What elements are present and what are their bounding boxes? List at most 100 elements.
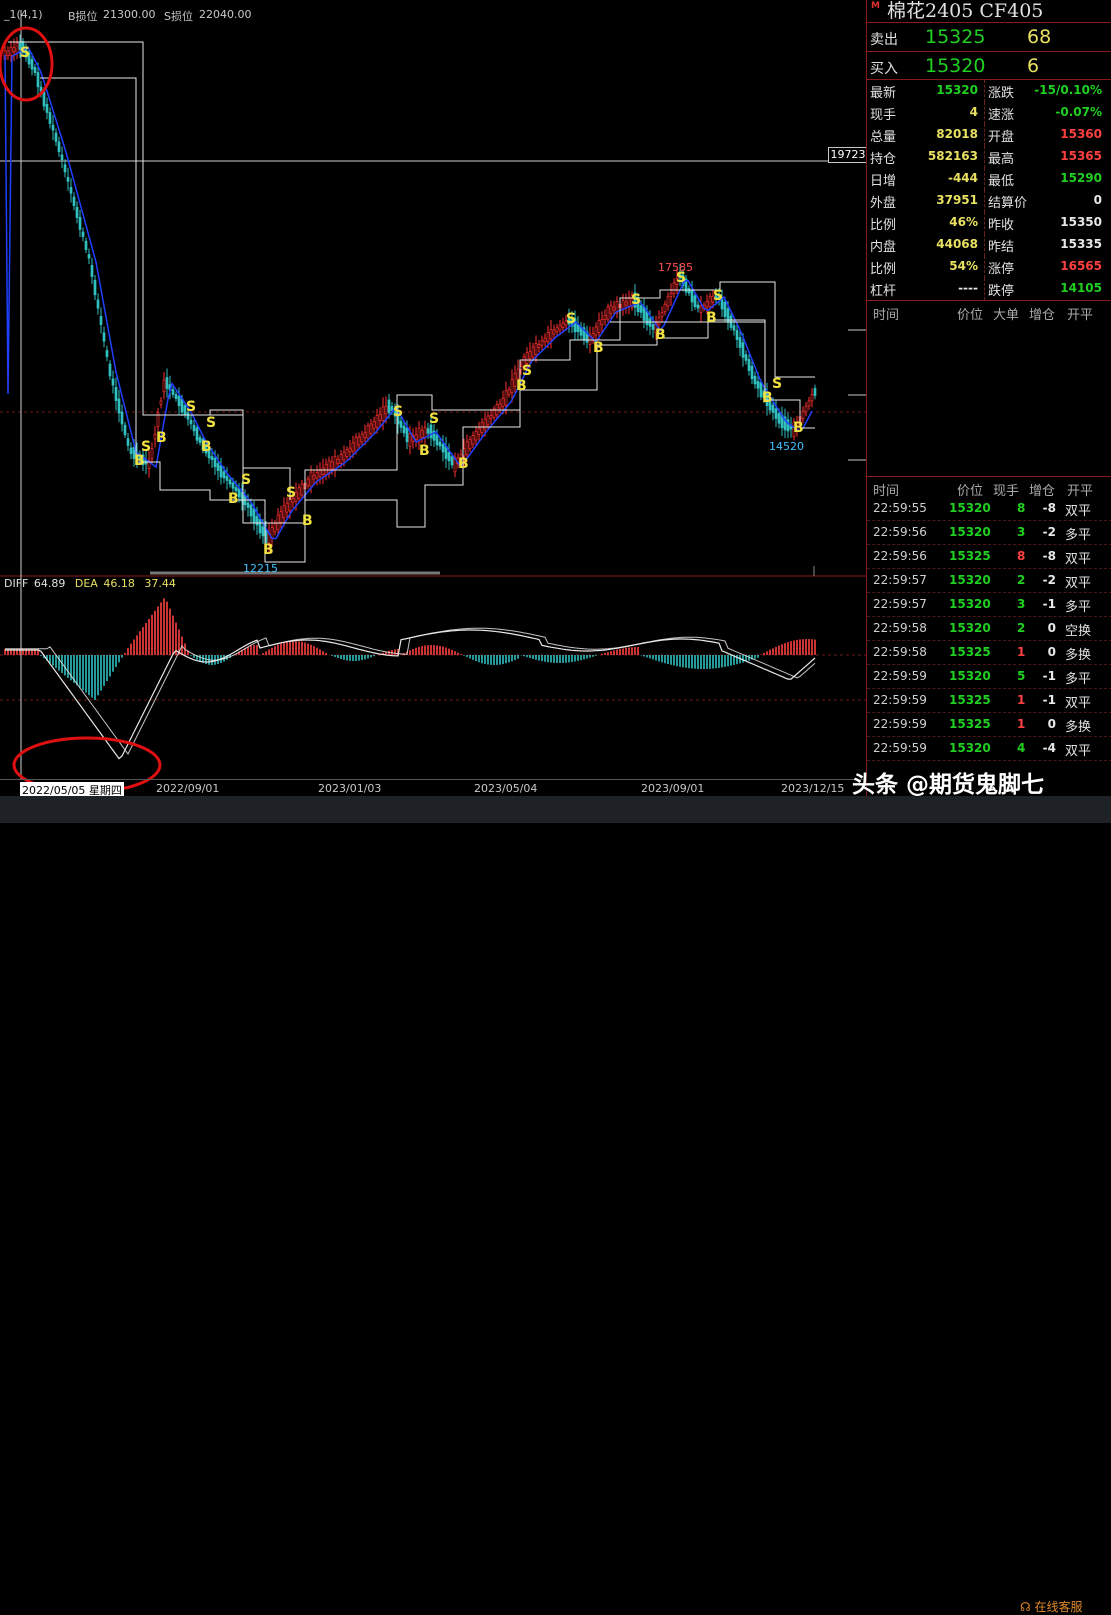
tick-volume: 1: [1017, 717, 1026, 731]
sell-row[interactable]: 卖出 15325 68: [867, 22, 1111, 51]
stat-value: 15360: [1060, 127, 1102, 141]
candle-body: [369, 423, 373, 434]
tick-row[interactable]: 22:59:59 15325 1 -1 双平: [867, 689, 1111, 713]
candle-body: [261, 526, 265, 537]
stat-value: 44068: [936, 237, 978, 251]
tick-time: 22:59:58: [873, 621, 927, 635]
candle-body: [774, 408, 778, 419]
candle-body: [534, 343, 538, 355]
candle-body: [30, 59, 34, 70]
candle-body: [93, 279, 97, 296]
candle-body: [129, 447, 133, 454]
buy-signal-marker: B: [516, 378, 527, 394]
candle-body: [699, 305, 703, 313]
candle-body: [771, 404, 775, 413]
tick-time: 22:59:59: [873, 741, 927, 755]
candle-body: [738, 337, 742, 348]
stat-label: 速涨: [988, 108, 1015, 123]
candle-body: [471, 435, 475, 445]
candle-body: [366, 425, 370, 439]
tick-type: 多换: [1065, 648, 1092, 663]
kline-chart[interactable]: SSSSSSS SSSSSSSBBBBBBBBBBBBBB 17585 12215…: [0, 0, 866, 800]
tick-price: 15320: [949, 597, 991, 611]
tick-row[interactable]: 22:59:58 15325 1 0 多换: [867, 641, 1111, 665]
tick-row[interactable]: 22:59:57 15320 2 -2 双平: [867, 569, 1111, 593]
tick-row[interactable]: 22:59:56 15325 8 -8 双平: [867, 545, 1111, 569]
sell-signal-marker: S: [429, 411, 439, 427]
tick-row[interactable]: 22:59:59 15320 4 -4 双平: [867, 737, 1111, 761]
tick-list[interactable]: 22:59:55 15320 8 -8 双平 22:59:56 15320 3 -2 多平 22:5…: [867, 497, 1111, 761]
candle-body: [72, 196, 76, 207]
tick-type: 多平: [1065, 672, 1092, 687]
tick-row[interactable]: 22:59:59 15320 5 -1 多平: [867, 665, 1111, 689]
candle-body: [423, 427, 427, 438]
tick-volume: 8: [1017, 549, 1026, 563]
tick-price: 15320: [949, 669, 991, 683]
dea-label: DEA: [74, 577, 98, 590]
candle-body: [387, 399, 391, 413]
candle-body: [804, 405, 808, 413]
stat-label: 结算价: [988, 196, 1028, 211]
date-tick: 2023/12/15: [781, 782, 845, 795]
stat-row: 持仓 582163 最高 15365: [867, 146, 1111, 168]
tick-row[interactable]: 22:59:57 15320 3 -1 多平: [867, 593, 1111, 617]
candle-body: [54, 132, 58, 142]
candle-body: [660, 312, 664, 317]
candle-body: [213, 457, 217, 468]
buy-price: 15320: [925, 55, 986, 77]
tick-time: 22:59:57: [873, 573, 927, 587]
col-price: 价位: [957, 308, 984, 323]
candle-body: [48, 112, 52, 124]
stat-value: ----: [958, 281, 978, 295]
candle-body: [189, 419, 193, 425]
candle-body: [612, 306, 616, 311]
candle-body: [171, 389, 175, 395]
candle-body: [357, 436, 361, 446]
candle-body: [435, 434, 439, 446]
candle-body: [603, 315, 607, 320]
market-badge: M: [871, 1, 880, 11]
stat-label: 内盘: [870, 240, 897, 255]
tick-price: 15320: [949, 741, 991, 755]
buy-row[interactable]: 买入 15320 6: [867, 51, 1111, 80]
online-service-link[interactable]: ☊ 在线客服: [1020, 1598, 1083, 1615]
sell-signal-marker: S: [713, 288, 723, 304]
candle-body: [249, 504, 253, 517]
tick-row[interactable]: 22:59:55 15320 8 -8 双平: [867, 497, 1111, 521]
stat-value: 0: [1093, 193, 1102, 207]
stat-value: 82018: [936, 127, 978, 141]
candle-body: [279, 511, 283, 523]
tick-price: 15325: [949, 549, 991, 563]
tick-volume: 2: [1017, 573, 1026, 587]
dea-line: [5, 627, 816, 755]
stat-label: 最低: [988, 174, 1015, 189]
candle-body: [807, 400, 811, 407]
diff-line: [5, 629, 816, 760]
stat-label: 跌停: [988, 284, 1015, 299]
b-stop-label: B损位: [68, 10, 98, 23]
candle-body: [666, 296, 670, 307]
tick-row[interactable]: 22:59:56 15320 3 -2 多平: [867, 521, 1111, 545]
tick-type: 双平: [1065, 504, 1092, 519]
candle-body: [285, 502, 289, 513]
buy-signal-marker: B: [302, 513, 313, 529]
candle-body: [330, 461, 334, 470]
candle-body: [15, 42, 19, 54]
tick-row[interactable]: 22:59:58 15320 2 0 空换: [867, 617, 1111, 641]
candle-body: [399, 420, 403, 428]
candle-body: [723, 301, 727, 317]
watermark: 头条 @期货鬼脚七: [852, 772, 1045, 798]
candle-body: [735, 330, 739, 340]
tick-type: 双平: [1065, 552, 1092, 567]
candle-body: [468, 438, 472, 450]
stat-row: 最新 15320 涨跌 -15/0.10%: [867, 80, 1111, 102]
candle-body: [33, 67, 37, 73]
tick-time: 22:59:56: [873, 525, 927, 539]
candle-body: [402, 425, 406, 434]
candle-body: [282, 505, 286, 519]
tick-type: 多平: [1065, 600, 1092, 615]
stat-row: 比例 46% 昨收 15350: [867, 212, 1111, 234]
candle-body: [663, 303, 667, 313]
candle-body: [600, 318, 604, 326]
tick-row[interactable]: 22:59:59 15325 1 0 多换: [867, 713, 1111, 737]
